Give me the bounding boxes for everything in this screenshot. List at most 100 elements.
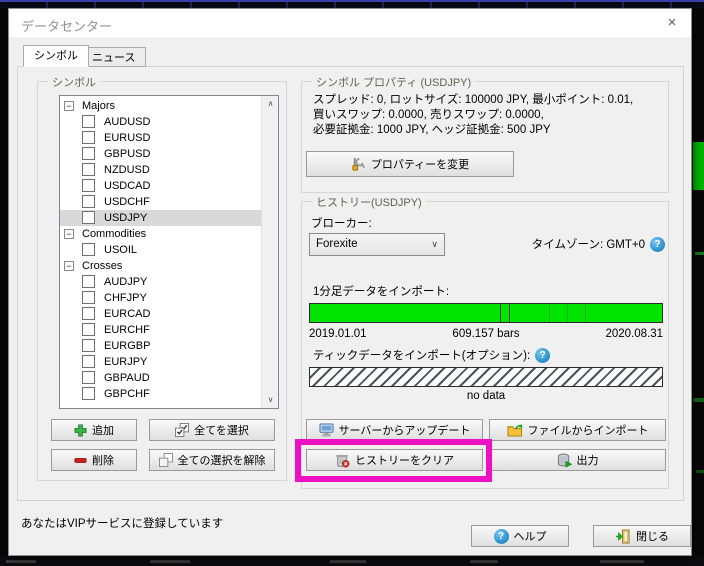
vip-status-text: あなたはVIPサービスに登録しています [21, 518, 224, 530]
background-chart-fragment [695, 252, 704, 255]
tree-item-row[interactable]: NZDUSD [60, 162, 262, 178]
timezone-text: タイムゾーン: GMT+0 [531, 239, 645, 251]
titlebar[interactable]: データセンター × [9, 9, 691, 37]
symbol-checkbox[interactable] [82, 179, 95, 192]
background-chart-fragment [696, 470, 704, 473]
tree-item-row[interactable]: USDJPY [60, 210, 262, 226]
tree-item-row[interactable]: USDCHF [60, 194, 262, 210]
symbol-label: GBPUSD [104, 148, 151, 160]
exit-door-icon [615, 528, 630, 544]
tree-group-row[interactable]: − Majors [60, 98, 262, 114]
symbol-properties-text: スプレッド: 0, ロットサイズ: 100000 JPY, 最小ポイント: 0.… [313, 94, 634, 136]
symbol-tree: − Majors AUDUSD EURUSD GBPUSD NZDUSD USDCAD USD… [60, 98, 262, 402]
select-all-icon [175, 423, 190, 437]
tick-data-progressbar [309, 367, 663, 387]
trash-icon [336, 454, 350, 467]
tick-data-label: ティックデータをインポート(オプション): ? [313, 347, 551, 363]
background-statusbar [0, 556, 704, 566]
tree-item-row[interactable]: GBPCHF [60, 386, 262, 402]
symbol-label: Majors [82, 100, 116, 112]
close-button[interactable]: 閉じる [593, 525, 691, 547]
symbol-label: GBPCHF [104, 388, 150, 400]
symbol-label: Crosses [82, 260, 123, 272]
broker-selected-value: Forexite [316, 238, 358, 250]
range-end-date: 2020.08.31 [605, 328, 663, 340]
symbol-checkbox[interactable] [82, 275, 95, 288]
collapse-icon[interactable]: − [64, 229, 74, 239]
symbol-checkbox[interactable] [82, 339, 95, 352]
symbol-checkbox[interactable] [82, 195, 95, 208]
symbol-label: AUDJPY [104, 276, 148, 288]
help-icon: ? [493, 528, 509, 544]
timezone-row: タイムゾーン: GMT+0 ? [479, 236, 665, 252]
symbol-checkbox[interactable] [82, 387, 95, 400]
tree-group-row[interactable]: − Commodities [60, 226, 262, 242]
tree-item-row[interactable]: AUDUSD [60, 114, 262, 130]
scrollbar[interactable]: ∧ ∨ [261, 96, 278, 408]
symbol-checkbox[interactable] [82, 115, 95, 128]
symbol-label: USDCHF [104, 196, 150, 208]
symbol-label: EURCHF [104, 324, 150, 336]
symbol-checkbox[interactable] [82, 131, 95, 144]
tab-news[interactable]: ニュース [81, 47, 147, 67]
symbol-checkbox[interactable] [82, 323, 95, 336]
import-from-file-button[interactable]: ファイルからインポート [489, 419, 666, 441]
symbol-label: GBPAUD [104, 372, 150, 384]
add-button[interactable]: 追加 [51, 419, 137, 441]
tree-item-row[interactable]: EURJPY [60, 354, 262, 370]
tree-item-row[interactable]: EURGBP [60, 338, 262, 354]
minute-data-label: 1分足データをインポート: [313, 286, 450, 298]
tree-item-row[interactable]: EURUSD [60, 130, 262, 146]
change-properties-button[interactable]: プロパティーを変更 [306, 151, 514, 177]
close-icon[interactable]: × [661, 12, 683, 34]
collapse-icon[interactable]: − [64, 261, 74, 271]
scroll-down-icon[interactable]: ∨ [262, 392, 278, 408]
tree-item-row[interactable]: EURCAD [60, 306, 262, 322]
symbol-checkbox[interactable] [82, 243, 95, 256]
tree-item-row[interactable]: EURCHF [60, 322, 262, 338]
background-chart-topbar [0, 0, 704, 8]
collapse-icon[interactable]: − [64, 101, 74, 111]
tree-item-row[interactable]: CHFJPY [60, 290, 262, 306]
background-chart-fragment [693, 398, 704, 402]
select-all-button[interactable]: 全てを選択 [149, 419, 275, 441]
symbol-label: EURGBP [104, 340, 151, 352]
symbol-checkbox[interactable] [82, 291, 95, 304]
plus-icon [74, 423, 87, 437]
tree-item-row[interactable]: USDCAD [60, 178, 262, 194]
clear-history-button[interactable]: ヒストリーをクリア [306, 449, 483, 471]
background-candle [693, 142, 704, 190]
symbol-checkbox[interactable] [82, 355, 95, 368]
minus-icon [74, 457, 87, 463]
export-button[interactable]: 出力 [489, 449, 666, 471]
deselect-all-icon [158, 453, 173, 467]
symbol-checkbox[interactable] [82, 211, 95, 224]
monitor-icon [319, 423, 334, 437]
update-from-server-button[interactable]: サーバーからアップデート [306, 419, 483, 441]
scroll-up-icon[interactable]: ∧ [262, 96, 278, 112]
tree-item-row[interactable]: USOIL [60, 242, 262, 258]
delete-button[interactable]: 削除 [51, 449, 137, 471]
symbol-checkbox[interactable] [82, 307, 95, 320]
history-group-title: ヒストリー(USDJPY) [312, 194, 426, 210]
tick-data-help-icon[interactable]: ? [535, 347, 551, 363]
help-button[interactable]: ? ヘルプ [471, 525, 569, 547]
broker-label: ブローカー: [311, 218, 372, 230]
minute-data-progressbar [309, 303, 663, 323]
data-gap-marker [584, 304, 586, 322]
symbol-checkbox[interactable] [82, 163, 95, 176]
tree-item-row[interactable]: AUDJPY [60, 274, 262, 290]
tab-symbols[interactable]: シンボル [23, 45, 89, 67]
symbol-checkbox[interactable] [82, 147, 95, 160]
symbol-label: EURCAD [104, 308, 151, 320]
tree-item-row[interactable]: GBPAUD [60, 370, 262, 386]
timezone-help-icon[interactable]: ? [650, 236, 665, 252]
deselect-all-button[interactable]: 全ての選択を解除 [149, 449, 275, 471]
properties-group-title: シンボル プロパティ (USDJPY) [312, 74, 476, 90]
symbol-list[interactable]: − Majors AUDUSD EURUSD GBPUSD NZDUSD USDCAD USD… [59, 95, 279, 409]
tree-item-row[interactable]: GBPUSD [60, 146, 262, 162]
symbol-checkbox[interactable] [82, 371, 95, 384]
tick-data-status: no data [466, 390, 506, 402]
tree-group-row[interactable]: − Crosses [60, 258, 262, 274]
broker-select[interactable]: Forexite ∨ [309, 233, 445, 256]
